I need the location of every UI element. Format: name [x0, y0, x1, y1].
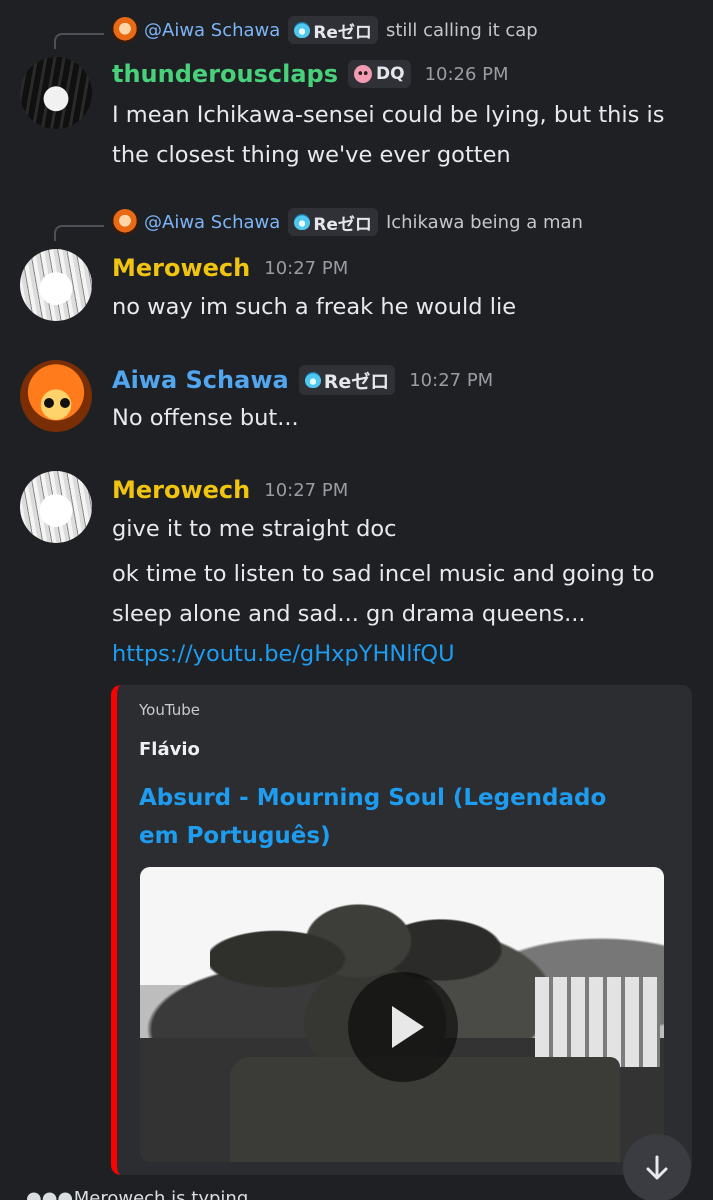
avatar-eye	[44, 398, 54, 408]
role-tag: Reゼロ	[288, 208, 378, 236]
typing-dots-icon: ●●●	[26, 1188, 74, 1200]
reply-connector	[54, 225, 104, 241]
role-tag: Reゼロ	[288, 16, 378, 44]
username[interactable]: Merowech	[112, 476, 250, 504]
timestamp: 10:27 PM	[409, 369, 494, 391]
message-link[interactable]: https://youtu.be/gHxpYHNlfQU	[112, 634, 702, 674]
embed-title[interactable]: Absurd - Mourning Soul (Legendado em Por…	[139, 779, 649, 855]
embed-provider[interactable]: YouTube	[139, 701, 200, 719]
reply-connector	[54, 33, 104, 49]
reply-avatar	[112, 209, 138, 235]
avatar[interactable]	[20, 471, 92, 543]
message-text: I mean Ichikawa-sensei could be lying, b…	[112, 102, 665, 168]
jump-to-present-button[interactable]	[623, 1134, 691, 1200]
reply-text: still calling it cap	[385, 19, 538, 41]
embed-author[interactable]: Flávio	[139, 739, 200, 760]
reply-preview[interactable]: @Aiwa Schawa Reゼロ Ichikawa being a man	[112, 208, 583, 236]
message-header: thunderousclaps DQ 10:26 PM	[112, 60, 509, 88]
fire-icon	[294, 214, 311, 230]
timestamp: 10:26 PM	[424, 63, 509, 85]
username[interactable]: Merowech	[112, 254, 250, 282]
message-text: ok time to listen to sad incel music and…	[112, 554, 702, 674]
play-icon[interactable]	[348, 972, 458, 1082]
message-text: give it to me straight doc	[112, 516, 397, 542]
avatar[interactable]	[20, 360, 92, 432]
timestamp: 10:27 PM	[264, 257, 349, 279]
thumbnail-building	[535, 977, 660, 1067]
fire-icon	[304, 372, 321, 388]
role-tag: DQ	[348, 60, 411, 88]
reply-mention[interactable]: @Aiwa Schawa	[144, 212, 280, 233]
timestamp: 10:27 PM	[264, 479, 349, 501]
reply-text: Ichikawa being a man	[385, 211, 583, 233]
fire-icon	[294, 22, 311, 38]
message-header: Aiwa Schawa Reゼロ 10:27 PM	[112, 365, 493, 395]
reply-mention[interactable]: @Aiwa Schawa	[144, 20, 280, 41]
avatar[interactable]	[20, 249, 92, 321]
username[interactable]: Aiwa Schawa	[112, 366, 289, 394]
link-embed: YouTube Flávio Absurd - Mourning Soul (L…	[111, 685, 692, 1175]
arrow-down-icon	[646, 1155, 668, 1180]
avatar[interactable]	[20, 57, 92, 129]
message-text: no way im such a freak he would lie	[112, 294, 517, 320]
avatar-eye	[60, 398, 70, 408]
role-tag: Reゼロ	[298, 365, 396, 395]
skull-icon	[354, 65, 372, 83]
message-text: No offense but...	[112, 405, 299, 431]
reply-avatar	[112, 17, 138, 43]
video-thumbnail[interactable]	[140, 867, 664, 1162]
username[interactable]: thunderousclaps	[112, 60, 338, 88]
typing-indicator: ●●● Merowech is typing...	[26, 1188, 265, 1200]
reply-preview[interactable]: @Aiwa Schawa Reゼロ still calling it cap	[112, 16, 538, 44]
message-header: Merowech 10:27 PM	[112, 476, 348, 504]
message-header: Merowech 10:27 PM	[112, 254, 348, 282]
